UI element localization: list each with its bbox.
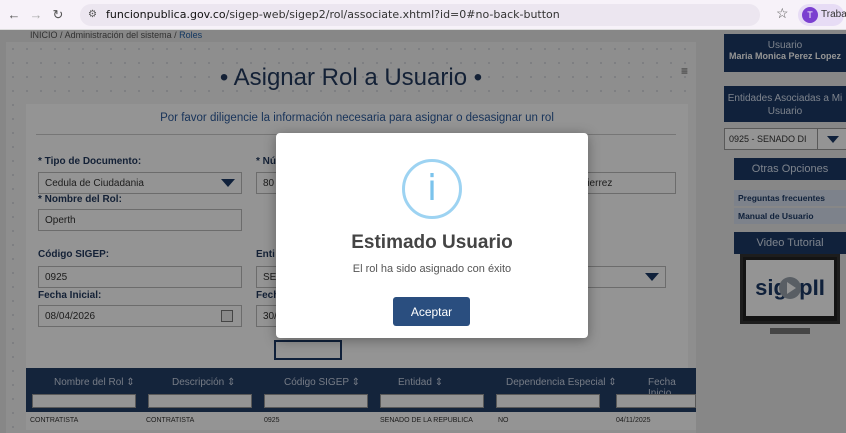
forward-icon[interactable]: → [26, 5, 46, 25]
accept-button[interactable]: Aceptar [393, 297, 470, 326]
profile-chip[interactable]: T Trabajo [798, 4, 846, 26]
reload-icon[interactable]: ↻ [48, 5, 68, 25]
success-dialog: i Estimado Usuario El rol ha sido asigna… [276, 133, 588, 338]
avatar: T [802, 7, 818, 23]
dialog-title: Estimado Usuario [351, 232, 513, 253]
dialog-message: El rol ha sido asignado con éxito [352, 263, 512, 275]
url-text: funcionpublica.gov.co/sigep-web/sigep2/r… [106, 8, 560, 21]
address-bar[interactable]: ⚙ funcionpublica.gov.co/sigep-web/sigep2… [80, 4, 760, 26]
info-icon: i [402, 159, 462, 219]
profile-label: Trabajo [821, 9, 846, 20]
back-icon[interactable]: ← [4, 5, 24, 25]
browser-toolbar: ← → ↻ ⚙ funcionpublica.gov.co/sigep-web/… [0, 0, 846, 30]
site-info-icon[interactable]: ⚙ [88, 8, 102, 22]
bookmark-star-icon[interactable]: ☆ [776, 5, 789, 22]
